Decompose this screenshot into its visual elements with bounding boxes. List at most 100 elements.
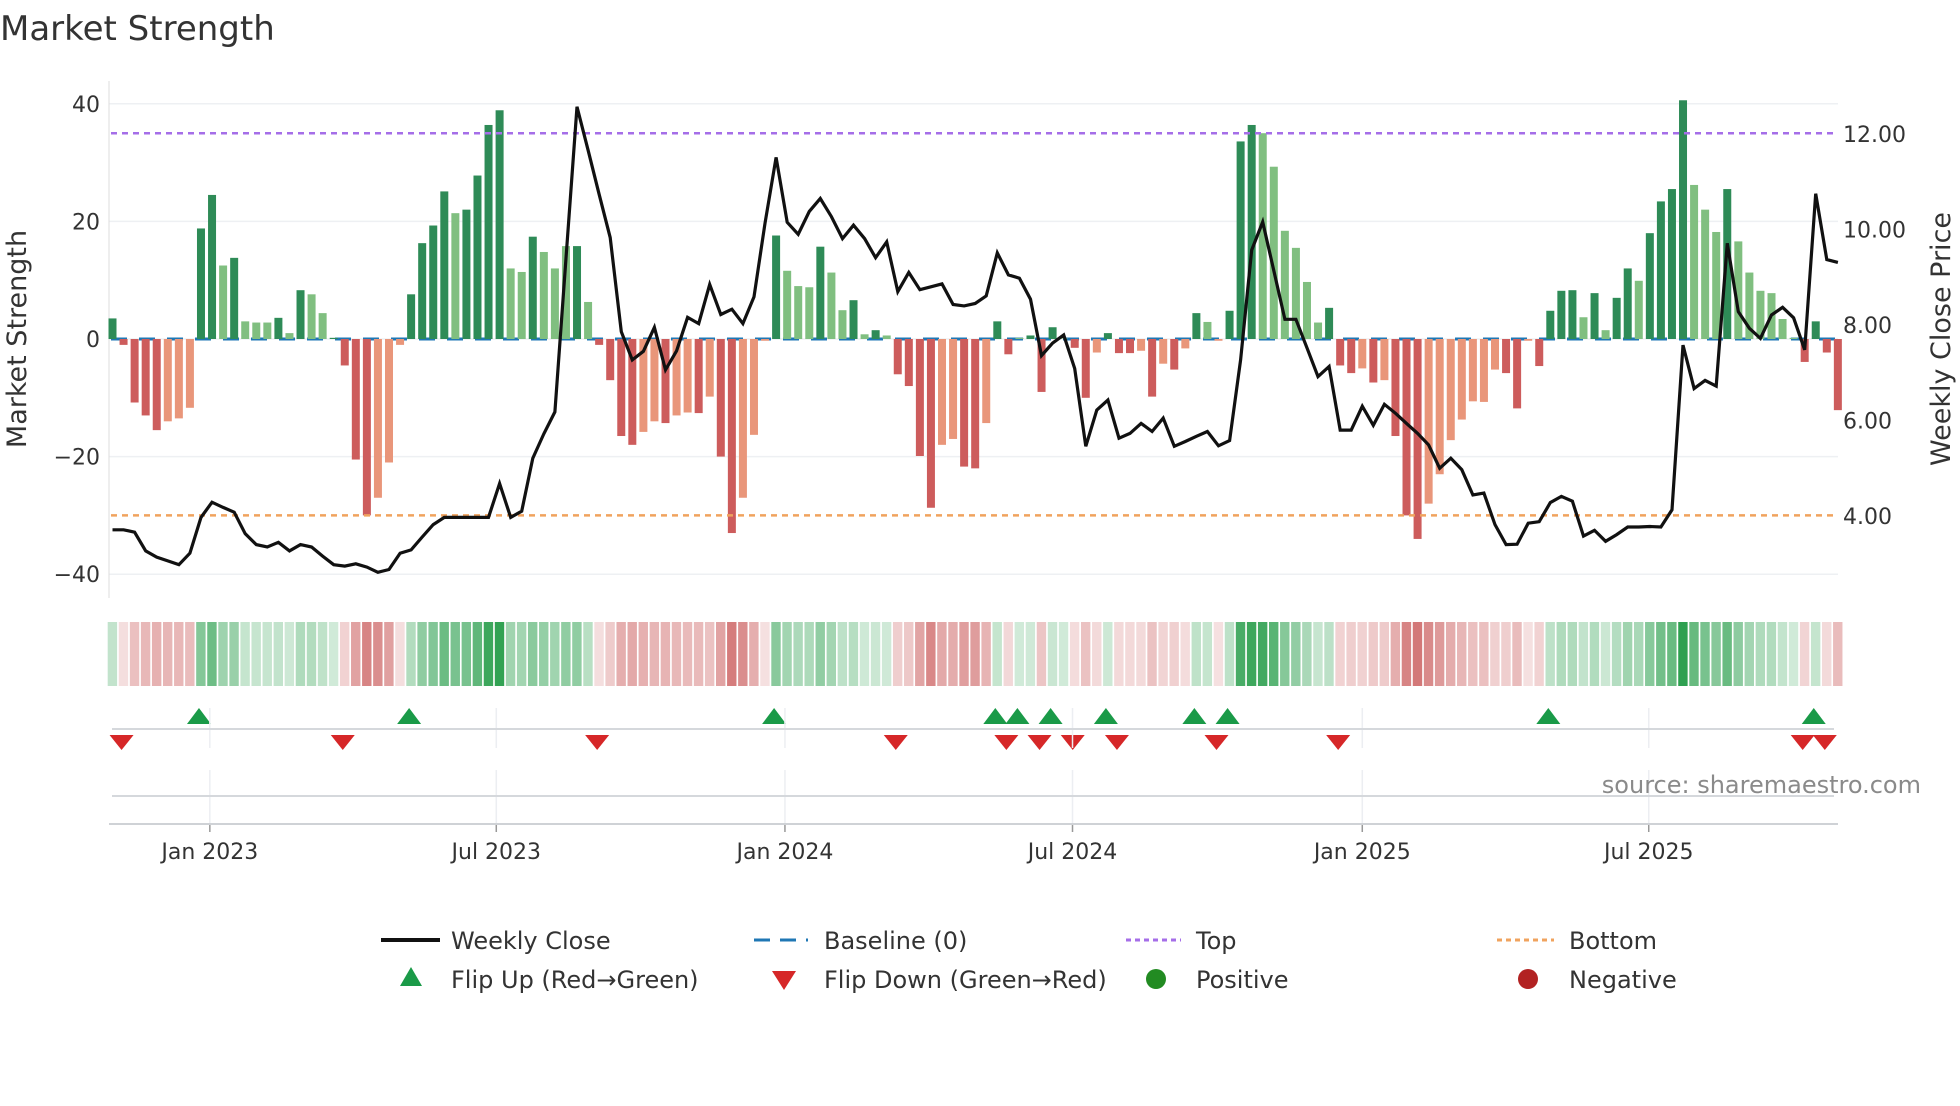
heat-cell xyxy=(948,622,958,686)
heat-cell xyxy=(749,622,759,686)
strength-bar xyxy=(318,313,327,339)
heat-cell xyxy=(362,622,372,686)
heat-cell xyxy=(1490,622,1500,686)
heat-cell xyxy=(295,622,306,686)
x-axis: Jan 2023 Jul 2023 Jan 2024 Jul 2024 Jan 2025… xyxy=(109,708,1838,865)
heat-cell xyxy=(704,622,715,686)
flip-down-marker xyxy=(994,735,1019,750)
strength-bar xyxy=(1424,339,1433,504)
strength-bar xyxy=(849,300,858,339)
strength-bar xyxy=(761,339,770,341)
strength-bar xyxy=(152,339,161,431)
legend-baseline: Baseline (0) xyxy=(824,927,967,955)
right-tick-label: 12.00 xyxy=(1843,123,1906,148)
strength-bar xyxy=(1579,317,1588,339)
strength-bar xyxy=(1214,339,1223,341)
heat-cell xyxy=(1368,622,1378,686)
right-tick-label: 4.00 xyxy=(1843,505,1892,530)
flip-down-marker xyxy=(109,735,134,750)
strength-bar xyxy=(241,321,250,339)
strength-bar xyxy=(1236,141,1245,339)
heat-cell xyxy=(1058,622,1069,686)
y2-axis-label: Weekly Close Price xyxy=(1926,212,1957,466)
flip-down-marker xyxy=(1790,735,1815,750)
heat-cell xyxy=(240,622,250,686)
strength-bar xyxy=(219,265,228,339)
strength-bar xyxy=(805,287,814,339)
strength-bar xyxy=(949,339,958,439)
strength-bar xyxy=(1225,310,1234,339)
heat-cell xyxy=(826,622,836,686)
heat-cell xyxy=(251,622,261,686)
heat-cell xyxy=(1125,622,1135,686)
heat-cell xyxy=(1025,622,1036,686)
strength-bar xyxy=(1690,184,1699,339)
strength-bar xyxy=(1435,339,1444,475)
heat-cell xyxy=(494,622,505,686)
heat-cell xyxy=(1136,622,1146,686)
heat-cell xyxy=(1335,622,1345,686)
strength-bar xyxy=(1048,327,1057,339)
heat-cell xyxy=(550,622,560,686)
strength-bar xyxy=(1634,280,1643,339)
heat-cell xyxy=(118,622,129,686)
flip-up-marker xyxy=(186,708,211,724)
flip-down-marker xyxy=(1326,735,1351,750)
strength-bar xyxy=(1358,339,1367,369)
heat-cell xyxy=(428,622,438,686)
strength-bar xyxy=(749,339,758,435)
heat-cell xyxy=(937,622,947,686)
heat-cell xyxy=(638,622,648,686)
heat-cell xyxy=(450,622,460,686)
strength-bar xyxy=(860,334,869,339)
strength-bar xyxy=(1457,339,1466,420)
heat-cell xyxy=(1147,622,1157,686)
strength-bar xyxy=(1391,339,1400,437)
flip-down-marker xyxy=(1812,735,1837,750)
heat-cell xyxy=(1589,622,1600,686)
heat-cell xyxy=(1501,622,1511,686)
strength-bar xyxy=(1092,339,1101,353)
heat-cell xyxy=(1313,622,1323,686)
heat-cell xyxy=(959,622,969,686)
strength-bar xyxy=(1468,339,1477,402)
heat-cell xyxy=(1457,622,1467,686)
strength-bar xyxy=(716,339,725,457)
heat-cell xyxy=(1711,622,1721,686)
strength-bar xyxy=(1369,339,1378,383)
strength-bar xyxy=(1822,339,1831,353)
x-tick-label: Jan 2023 xyxy=(159,840,258,865)
strength-bar xyxy=(451,213,460,339)
strength-bar xyxy=(882,335,891,339)
heat-cell xyxy=(229,622,239,686)
heat-cell xyxy=(218,622,228,686)
chart-title: Market Strength xyxy=(0,9,275,49)
flip-up-marker xyxy=(1038,708,1063,724)
legend-weekly-close: Weekly Close xyxy=(451,927,611,955)
strength-bar xyxy=(296,290,305,339)
strength-bar xyxy=(1656,201,1665,339)
strength-bar xyxy=(1380,339,1389,381)
heat-cell xyxy=(1014,622,1025,686)
strength-bar xyxy=(893,339,902,375)
heat-cell xyxy=(1722,622,1732,686)
strength-bar xyxy=(362,339,371,516)
strength-bar xyxy=(661,339,670,424)
heat-cell xyxy=(273,622,283,686)
heat-cell xyxy=(837,622,848,686)
heat-cell xyxy=(328,622,339,686)
strength-bar xyxy=(772,235,781,339)
heat-cell xyxy=(1810,622,1821,686)
heat-cell xyxy=(1169,622,1179,686)
heat-cell xyxy=(516,622,527,686)
strength-bar xyxy=(208,194,217,339)
heat-cell xyxy=(196,622,206,686)
heat-cell xyxy=(539,622,549,686)
strength-bar xyxy=(550,268,559,339)
strength-bar xyxy=(1524,339,1533,341)
heat-cell xyxy=(1645,622,1655,686)
strength-bar xyxy=(108,318,117,339)
heat-cell xyxy=(1092,622,1102,686)
strength-bar xyxy=(1590,293,1599,339)
strength-bar xyxy=(1203,321,1212,339)
